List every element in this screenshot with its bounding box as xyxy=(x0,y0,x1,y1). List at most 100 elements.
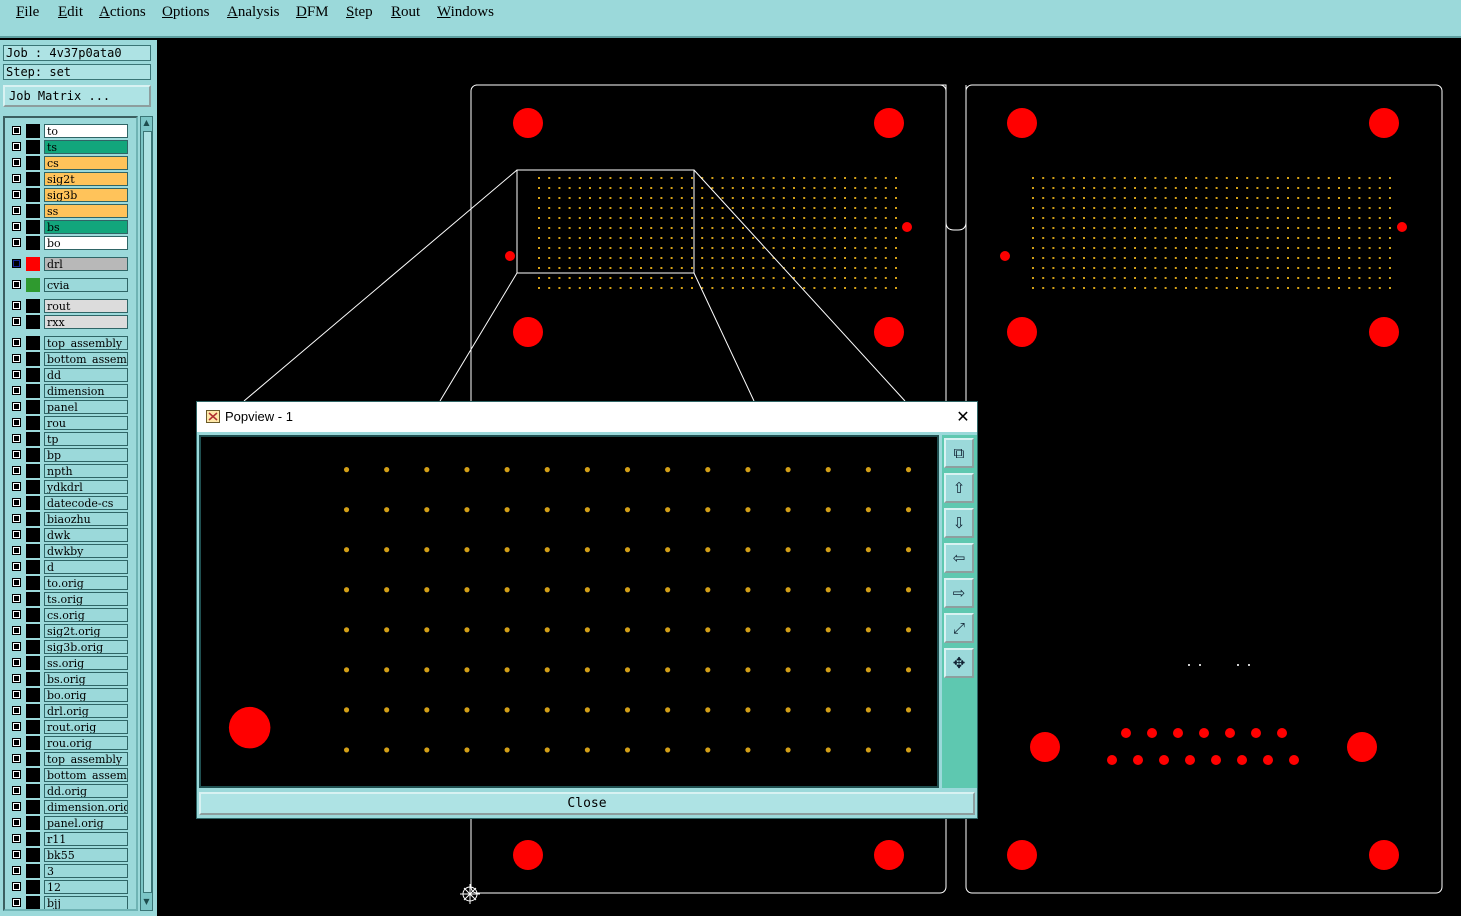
layer-checkbox[interactable] xyxy=(12,866,21,875)
menu-dfm[interactable]: DFM xyxy=(296,4,329,21)
layer-checkbox[interactable] xyxy=(12,402,21,411)
layer-name[interactable]: dwkby xyxy=(44,544,128,558)
menu-windows[interactable]: Windows xyxy=(437,4,494,21)
layer-row-ss[interactable]: ss xyxy=(8,204,130,219)
layer-name[interactable]: top_assembly xyxy=(44,336,128,350)
layer-row-bp[interactable]: bp xyxy=(8,448,130,463)
pan-right-icon[interactable]: ⇨ xyxy=(944,578,974,608)
layer-list-scrollbar[interactable]: ▲ ▼ xyxy=(140,116,153,911)
layer-row-sig3b.orig[interactable]: sig3b.orig xyxy=(8,640,130,655)
popview-viewport[interactable] xyxy=(199,435,939,788)
layer-checkbox[interactable] xyxy=(12,142,21,151)
layer-checkbox[interactable] xyxy=(12,738,21,747)
layer-checkbox[interactable] xyxy=(12,206,21,215)
layer-name[interactable]: bjj xyxy=(44,896,128,909)
layer-name[interactable]: drl xyxy=(44,257,128,271)
layer-checkbox[interactable] xyxy=(12,562,21,571)
layer-row-d[interactable]: d xyxy=(8,560,130,575)
layer-row-panel[interactable]: panel xyxy=(8,400,130,415)
job-matrix-button[interactable]: Job Matrix ... xyxy=(3,85,151,107)
layer-name[interactable]: ts.orig xyxy=(44,592,128,606)
layer-name[interactable]: npth xyxy=(44,464,128,478)
layer-checkbox[interactable] xyxy=(12,674,21,683)
layer-name[interactable]: bs xyxy=(44,220,128,234)
layer-name[interactable]: bs.orig xyxy=(44,672,128,686)
layer-checkbox[interactable] xyxy=(12,126,21,135)
layer-row-to.orig[interactable]: to.orig xyxy=(8,576,130,591)
layer-row-dwk[interactable]: dwk xyxy=(8,528,130,543)
layer-row-sig3b[interactable]: sig3b xyxy=(8,188,130,203)
layer-checkbox[interactable] xyxy=(12,354,21,363)
layer-checkbox[interactable] xyxy=(12,158,21,167)
layer-name[interactable]: dd xyxy=(44,368,128,382)
layer-row-bs[interactable]: bs xyxy=(8,220,130,235)
layer-name[interactable]: bo xyxy=(44,236,128,250)
layer-name[interactable]: drl.orig xyxy=(44,704,128,718)
layer-row-r11[interactable]: r11 xyxy=(8,832,130,847)
layer-checkbox[interactable] xyxy=(12,370,21,379)
layer-checkbox[interactable] xyxy=(12,834,21,843)
layer-row-bjj[interactable]: bjj xyxy=(8,896,130,909)
layer-checkbox[interactable] xyxy=(12,658,21,667)
layer-checkbox[interactable] xyxy=(12,338,21,347)
layer-checkbox[interactable] xyxy=(12,174,21,183)
layer-checkbox[interactable] xyxy=(12,418,21,427)
layer-name[interactable]: rxx xyxy=(44,315,128,329)
layer-name[interactable]: dwk xyxy=(44,528,128,542)
layer-checkbox[interactable] xyxy=(12,238,21,247)
layer-row-cs.orig[interactable]: cs.orig xyxy=(8,608,130,623)
menu-step[interactable]: Step xyxy=(346,4,373,21)
layer-name[interactable]: rout.orig xyxy=(44,720,128,734)
layer-checkbox[interactable] xyxy=(12,770,21,779)
layer-row-bottom_assembly[interactable]: bottom_assembly xyxy=(8,768,130,783)
layer-name[interactable]: sig2t xyxy=(44,172,128,186)
layer-name[interactable]: r11 xyxy=(44,832,128,846)
pan-left-icon[interactable]: ⇦ xyxy=(944,543,974,573)
layer-name[interactable]: to.orig xyxy=(44,576,128,590)
layer-name[interactable]: cs xyxy=(44,156,128,170)
layer-name[interactable]: ts xyxy=(44,140,128,154)
layer-row-sig2t[interactable]: sig2t xyxy=(8,172,130,187)
layer-row-to[interactable]: to xyxy=(8,124,130,139)
layer-row-tp[interactable]: tp xyxy=(8,432,130,447)
layer-row-dimension[interactable]: dimension xyxy=(8,384,130,399)
layer-name[interactable]: d xyxy=(44,560,128,574)
layer-row-ts.orig[interactable]: ts.orig xyxy=(8,592,130,607)
layer-row-rout[interactable]: rout xyxy=(8,299,130,314)
layer-row-npth[interactable]: npth xyxy=(8,464,130,479)
layer-checkbox[interactable] xyxy=(12,280,21,289)
layer-row-rou.orig[interactable]: rou.orig xyxy=(8,736,130,751)
layer-name[interactable]: biaozhu xyxy=(44,512,128,526)
layer-checkbox[interactable] xyxy=(12,222,21,231)
pan-down-icon[interactable]: ⇩ xyxy=(944,508,974,538)
layer-checkbox[interactable] xyxy=(12,882,21,891)
layer-checkbox[interactable] xyxy=(12,434,21,443)
layer-checkbox[interactable] xyxy=(12,818,21,827)
layer-name[interactable]: rou xyxy=(44,416,128,430)
layer-name[interactable]: sig3b xyxy=(44,188,128,202)
layer-row-cs[interactable]: cs xyxy=(8,156,130,171)
menu-edit[interactable]: Edit xyxy=(58,4,83,21)
layer-row-sig2t.orig[interactable]: sig2t.orig xyxy=(8,624,130,639)
close-button[interactable]: Close xyxy=(199,792,975,815)
layer-checkbox[interactable] xyxy=(12,301,21,310)
layer-row-dd.orig[interactable]: dd.orig xyxy=(8,784,130,799)
layer-checkbox[interactable] xyxy=(12,259,21,268)
close-icon[interactable]: ✕ xyxy=(953,407,973,427)
layer-checkbox[interactable] xyxy=(12,722,21,731)
layer-name[interactable]: bo.orig xyxy=(44,688,128,702)
layer-row-dimension.orig[interactable]: dimension.orig xyxy=(8,800,130,815)
layer-name[interactable]: cvia xyxy=(44,278,128,292)
layer-name[interactable]: dimension xyxy=(44,384,128,398)
layer-name[interactable]: rout xyxy=(44,299,128,313)
layer-checkbox[interactable] xyxy=(12,482,21,491)
layer-row-bo[interactable]: bo xyxy=(8,236,130,251)
layer-name[interactable]: dd.orig xyxy=(44,784,128,798)
zoom-to-fit-icon[interactable]: ⧉ xyxy=(944,438,974,468)
layer-row-rout.orig[interactable]: rout.orig xyxy=(8,720,130,735)
layer-row-rxx[interactable]: rxx xyxy=(8,315,130,330)
layer-name[interactable]: 12 xyxy=(44,880,128,894)
layer-name[interactable]: panel.orig xyxy=(44,816,128,830)
layer-row-ydkdrl[interactable]: ydkdrl xyxy=(8,480,130,495)
layer-name[interactable]: to xyxy=(44,124,128,138)
